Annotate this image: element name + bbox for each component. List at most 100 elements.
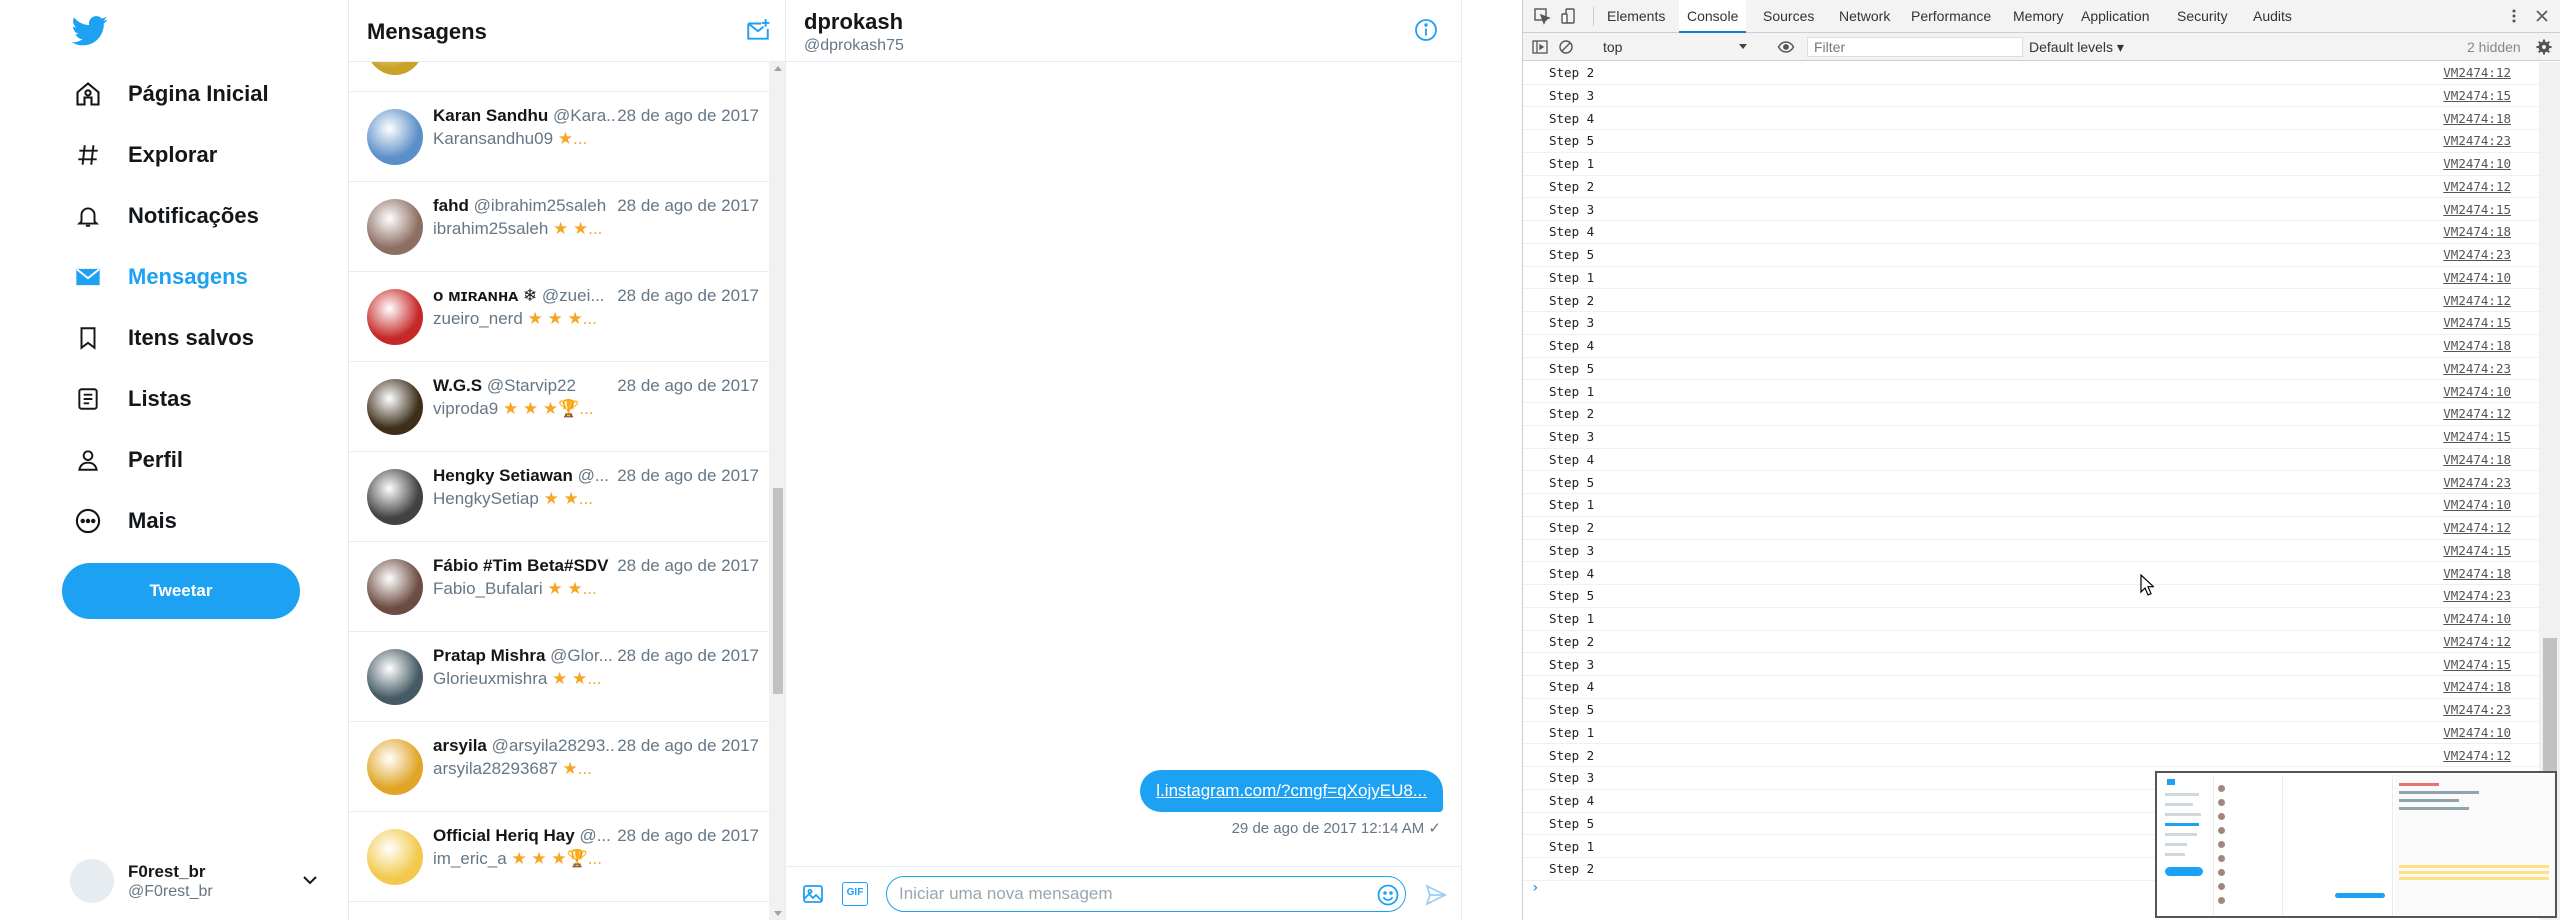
conversation-name[interactable]: dprokash: [804, 9, 903, 35]
conversation-name: Official Heriq Hay: [433, 826, 575, 845]
log-source-link[interactable]: VM2474:10: [2443, 608, 2511, 631]
window-gap: [1462, 0, 1522, 920]
avatar: [367, 649, 423, 705]
log-source-link[interactable]: VM2474:18: [2443, 449, 2511, 472]
log-source-link[interactable]: VM2474:10: [2443, 267, 2511, 290]
avatar: [367, 199, 423, 255]
nav-item-profile[interactable]: Perfil: [70, 438, 183, 482]
scroll-up-icon[interactable]: [774, 66, 782, 71]
console-prompt[interactable]: ›: [1531, 880, 1539, 896]
preview-text: ibrahim25saleh: [433, 219, 549, 238]
log-source-link[interactable]: VM2474:15: [2443, 199, 2511, 222]
conversation-item[interactable]: W.G.S @Starvip22 28 de ago de 2017 viproda…: [349, 362, 769, 452]
log-source-link[interactable]: VM2474:15: [2443, 312, 2511, 335]
log-source-link[interactable]: VM2474:10: [2443, 381, 2511, 404]
message-bubble-link[interactable]: l.instagram.com/?cmgf=qXojyEU8...: [1140, 770, 1443, 812]
screenshot-thumbnail[interactable]: [2155, 771, 2557, 918]
messages-scrollbar[interactable]: [769, 62, 785, 920]
gear-icon[interactable]: [2535, 38, 2553, 56]
kebab-menu-icon[interactable]: [2505, 7, 2523, 25]
nav-item-lists[interactable]: Listas: [70, 377, 192, 421]
device-toolbar-icon[interactable]: [1561, 7, 1579, 25]
tab-sources[interactable]: Sources: [1755, 0, 1822, 33]
log-source-link[interactable]: VM2474:10: [2443, 722, 2511, 745]
conversation-date: 28 de ago de 2017: [615, 196, 759, 216]
tweet-button[interactable]: Tweetar: [62, 563, 300, 619]
send-icon[interactable]: [1424, 883, 1448, 907]
account-switcher[interactable]: F0rest_br @F0rest_br: [70, 856, 320, 906]
console-filter-input[interactable]: [1807, 37, 2023, 57]
tab-performance[interactable]: Performance: [1903, 0, 1999, 33]
new-message-icon[interactable]: [745, 17, 771, 43]
nav-item-messages[interactable]: Mensagens: [70, 255, 248, 299]
log-source-link[interactable]: VM2474:23: [2443, 358, 2511, 381]
emoji-icon[interactable]: [1376, 883, 1400, 907]
star-badges: ★ ★...: [553, 219, 603, 238]
inspect-element-icon[interactable]: [1533, 7, 1551, 25]
conversation-item[interactable]: Karan Sandhu @Kara... 28 de ago de 2017 Ka…: [349, 92, 769, 182]
log-source-link[interactable]: VM2474:18: [2443, 221, 2511, 244]
nav-item-notifications[interactable]: Notificações: [70, 194, 259, 238]
info-icon[interactable]: [1414, 18, 1438, 42]
tab-security[interactable]: Security: [2169, 0, 2236, 33]
thumbnail-avatar: [2218, 785, 2225, 792]
log-source-link[interactable]: VM2474:18: [2443, 563, 2511, 586]
nav-item-more[interactable]: Mais: [70, 499, 177, 543]
conversation-item[interactable]: ᴏ ᴍɪʀᴀɴʜᴀ ❄ @zuei... 28 de ago de 2017 zue…: [349, 272, 769, 362]
close-icon[interactable]: [2533, 7, 2551, 25]
log-source-link[interactable]: VM2474:15: [2443, 85, 2511, 108]
image-icon[interactable]: [800, 882, 826, 906]
conversation-item[interactable]: Hengky Setiawan @... 28 de ago de 2017 Hen…: [349, 452, 769, 542]
tab-network[interactable]: Network: [1831, 0, 1898, 33]
eye-icon[interactable]: [1777, 38, 1795, 56]
context-selector[interactable]: top: [1599, 37, 1751, 57]
conversation-item[interactable]: arsyila @arsyila28293... 28 de ago de 201…: [349, 722, 769, 812]
tab-audits[interactable]: Audits: [2245, 0, 2300, 33]
log-source-link[interactable]: VM2474:12: [2443, 62, 2511, 85]
log-levels-dropdown[interactable]: Default levels ▾: [2029, 37, 2124, 57]
message-input[interactable]: [886, 876, 1406, 912]
log-source-link[interactable]: VM2474:15: [2443, 654, 2511, 677]
conversation-item[interactable]: Pratap Mishra @Glor... 28 de ago de 2017 G…: [349, 632, 769, 722]
log-source-link[interactable]: VM2474:23: [2443, 585, 2511, 608]
gif-button[interactable]: GIF: [842, 882, 868, 906]
log-source-link[interactable]: VM2474:23: [2443, 244, 2511, 267]
tab-console[interactable]: Console: [1679, 0, 1747, 33]
log-source-link[interactable]: VM2474:15: [2443, 426, 2511, 449]
log-source-link[interactable]: VM2474:23: [2443, 699, 2511, 722]
nav-item-bookmarks[interactable]: Itens salvos: [70, 316, 254, 360]
preview-text: viproda9: [433, 399, 499, 418]
log-source-link[interactable]: VM2474:10: [2443, 153, 2511, 176]
nav-item-explore[interactable]: Explorar: [70, 133, 217, 177]
log-source-link[interactable]: VM2474:12: [2443, 176, 2511, 199]
tab-elements[interactable]: Elements: [1599, 0, 1673, 33]
sidebar-toggle-icon[interactable]: [1531, 38, 1549, 56]
log-source-link[interactable]: VM2474:12: [2443, 290, 2511, 313]
log-source-link[interactable]: VM2474:23: [2443, 130, 2511, 153]
log-source-link[interactable]: VM2474:12: [2443, 745, 2511, 768]
log-message: Step 5: [1549, 133, 1595, 149]
log-source-link[interactable]: VM2474:12: [2443, 631, 2511, 654]
log-source-link[interactable]: VM2474:18: [2443, 335, 2511, 358]
log-source-link[interactable]: VM2474:10: [2443, 494, 2511, 517]
conversation-item[interactable]: Fábio #Tim Beta#SDV 28 de ago de 2017 Fab…: [349, 542, 769, 632]
scroll-down-icon[interactable]: [774, 911, 782, 916]
log-source-link[interactable]: VM2474:12: [2443, 403, 2511, 426]
scrollbar-thumb[interactable]: [773, 488, 783, 694]
log-message: Step 1: [1549, 838, 1595, 854]
thumbnail-line: [2399, 799, 2459, 802]
console-log-row: Step 4 VM2474:18: [1523, 335, 2539, 358]
log-source-link[interactable]: VM2474:23: [2443, 472, 2511, 495]
log-source-link[interactable]: VM2474:12: [2443, 517, 2511, 540]
dropdown-arrow-icon: [1739, 44, 1747, 49]
clear-console-icon[interactable]: [1557, 38, 1575, 56]
conversation-item[interactable]: Official Heriq Hay @... 28 de ago de 2017…: [349, 812, 769, 902]
twitter-logo-icon[interactable]: [72, 16, 108, 46]
log-source-link[interactable]: VM2474:18: [2443, 108, 2511, 131]
conversation-item[interactable]: fahd @ibrahim25saleh 28 de ago de 2017 ibr…: [349, 182, 769, 272]
log-source-link[interactable]: VM2474:18: [2443, 676, 2511, 699]
tab-application[interactable]: Application: [2073, 0, 2158, 33]
tab-memory[interactable]: Memory: [2005, 0, 2072, 33]
log-source-link[interactable]: VM2474:15: [2443, 540, 2511, 563]
nav-item-home[interactable]: Página Inicial: [70, 72, 269, 116]
